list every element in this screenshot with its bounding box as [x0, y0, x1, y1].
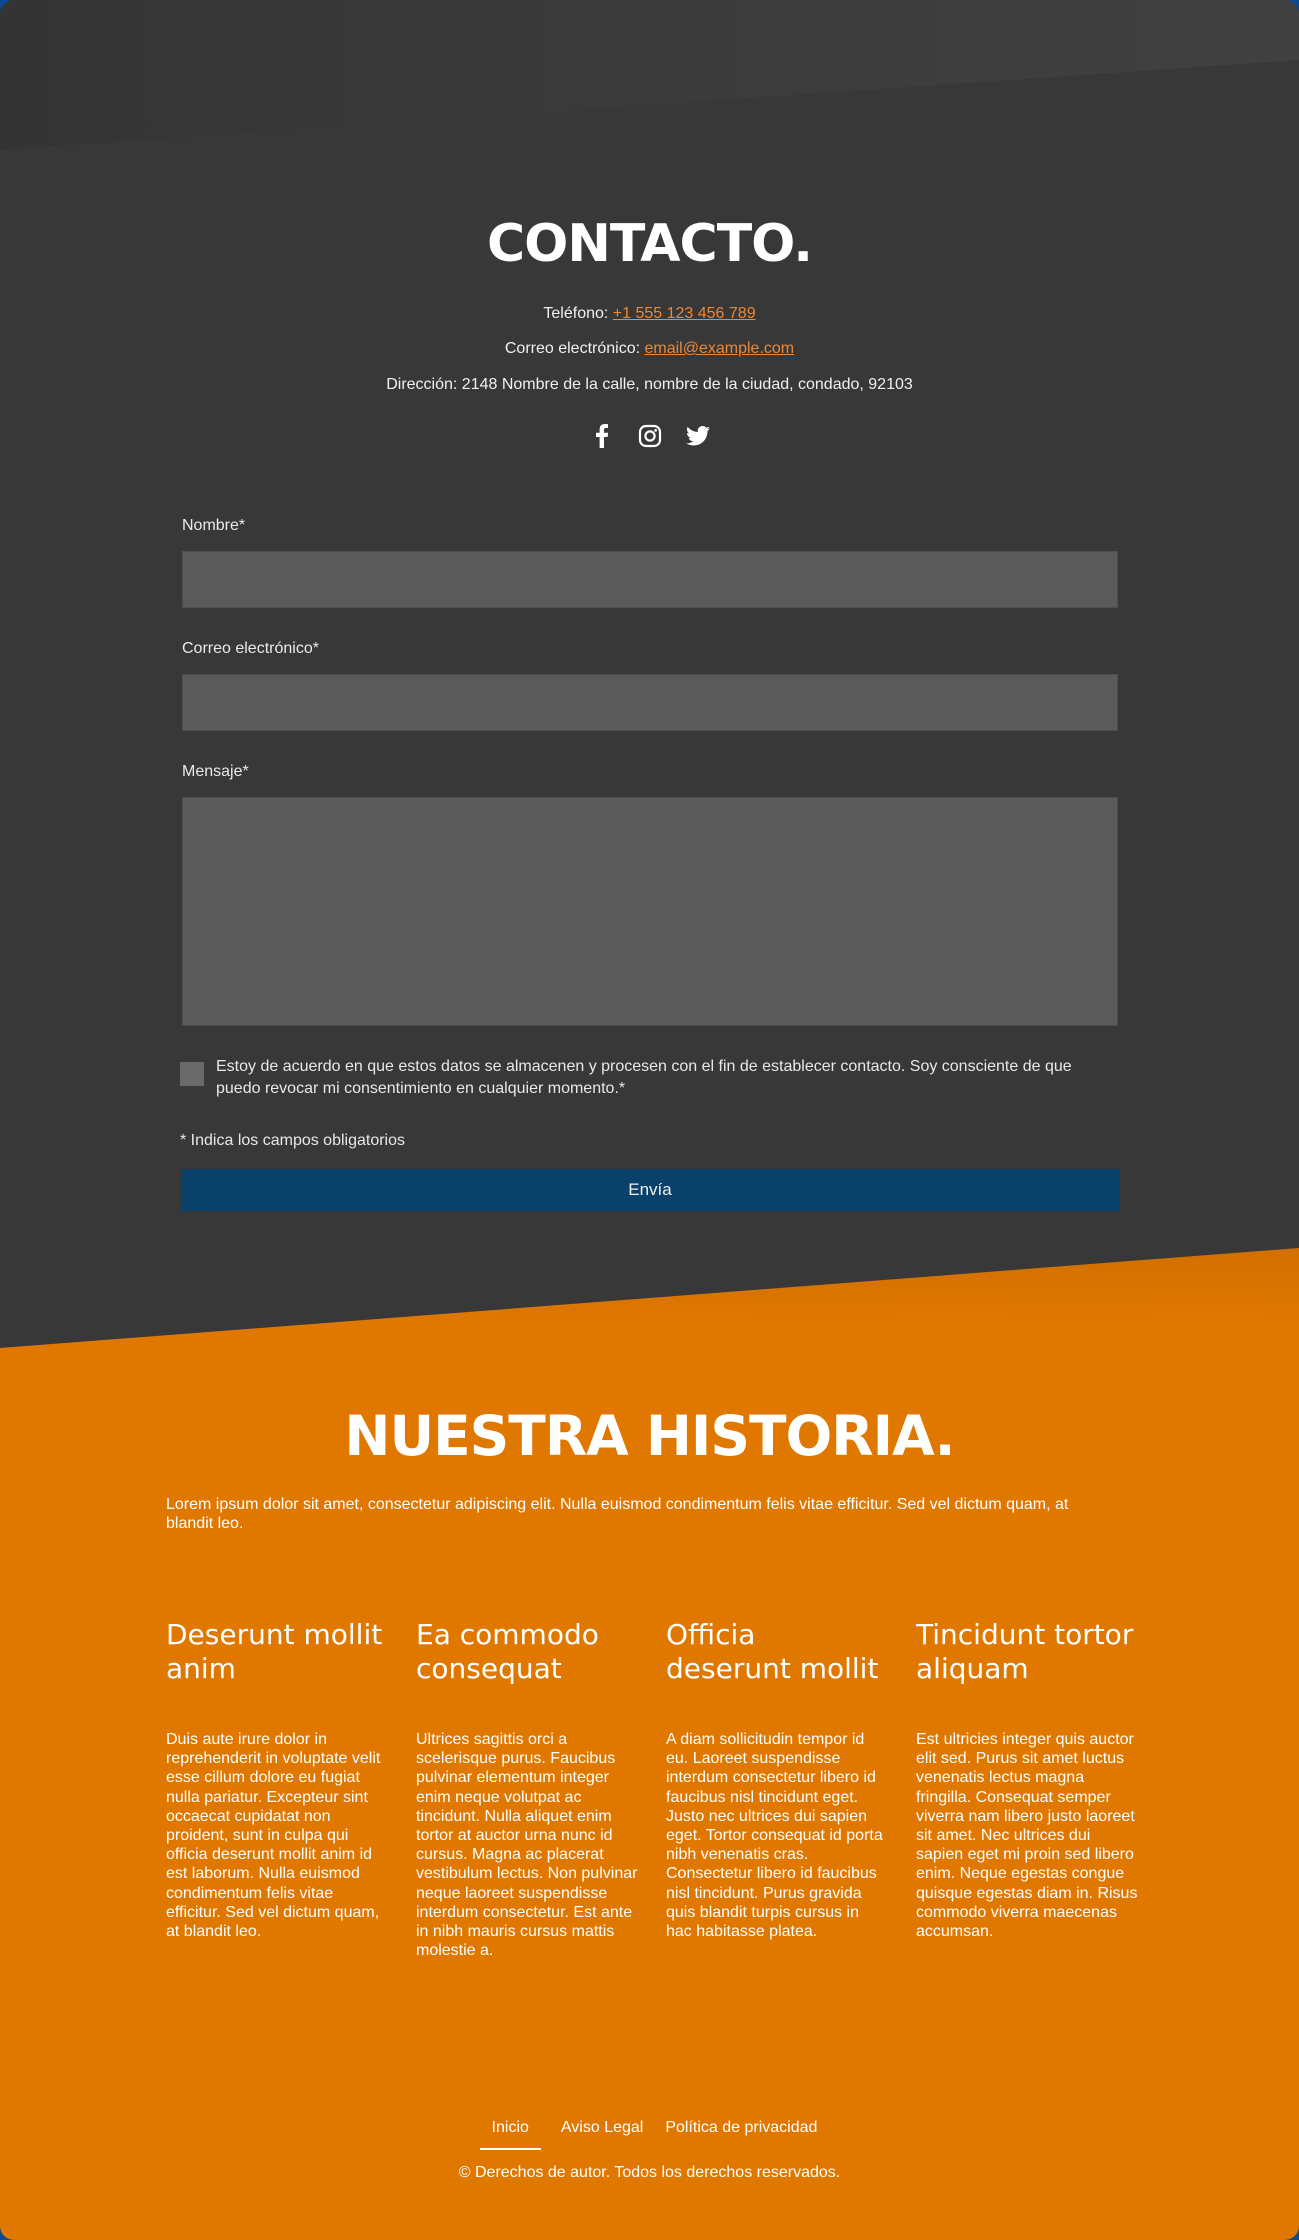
column-heading: Tincidunt tortor aliquam	[916, 1618, 1134, 1685]
footer-link-privacidad[interactable]: Política de privacidad	[663, 2114, 819, 2142]
footer-link-inicio[interactable]: Inicio	[479, 2114, 542, 2150]
page: CONTACTO. Teléfono: +1 555 123 456 789 C…	[0, 0, 1299, 2240]
name-label: Nombre*	[182, 517, 246, 534]
phone-line: Teléfono: +1 555 123 456 789	[0, 304, 1299, 324]
instagram-icon[interactable]	[638, 420, 662, 452]
twitter-icon[interactable]	[685, 420, 710, 452]
history-column: Officia deserunt mollit A diam sollicitu…	[666, 1618, 888, 1940]
required-fields-note: * Indica los campos obligatorios	[180, 1132, 406, 1149]
email-label: Correo electrónico:	[504, 340, 645, 357]
consent-checkbox[interactable]	[180, 1062, 204, 1086]
contact-title: CONTACTO.	[486, 214, 813, 274]
email-field[interactable]	[182, 674, 1118, 731]
history-title: NUESTRA HISTORIA.	[344, 1404, 955, 1468]
submit-button[interactable]: Envía	[181, 1169, 1119, 1211]
history-column: Ea commodo consequat Ultrices sagittis o…	[416, 1618, 638, 1959]
column-text: A diam sollicitudin tempor id eu. Laoree…	[666, 1731, 883, 1941]
consent-text: Estoy de acuerdo en que estos datos se a…	[216, 1058, 1072, 1097]
column-text: Est ultricies integer quis auctor elit s…	[916, 1731, 1138, 1941]
phone-label: Teléfono:	[543, 305, 613, 322]
column-heading: Deserunt mollit anim	[166, 1618, 383, 1685]
history-intro: Lorem ipsum dolor sit amet, consectetur …	[166, 1496, 1069, 1532]
name-input[interactable]	[182, 551, 1118, 608]
facebook-icon[interactable]	[590, 420, 614, 452]
message-label: Mensaje*	[182, 763, 249, 780]
email-line: Correo electrónico: email@example.com	[0, 339, 1299, 359]
column-text: Ultrices sagittis orci a scelerisque pur…	[416, 1731, 638, 1960]
email-field-label: Correo electrónico*	[182, 640, 319, 657]
column-heading: Ea commodo consequat	[416, 1618, 599, 1685]
footer-link-aviso-legal[interactable]: Aviso Legal	[559, 2114, 645, 2142]
history-column: Tincidunt tortor aliquam Est ultricies i…	[916, 1618, 1138, 1940]
phone-link[interactable]: +1 555 123 456 789	[613, 305, 756, 322]
footer-nav: Inicio Aviso Legal Política de privacida…	[0, 2114, 1299, 2150]
message-textarea[interactable]	[182, 797, 1118, 1026]
social-links	[0, 420, 1299, 452]
address-line: Dirección: 2148 Nombre de la calle, nomb…	[386, 376, 913, 393]
email-link[interactable]: email@example.com	[645, 340, 795, 357]
consent-row: Estoy de acuerdo en que estos datos se a…	[180, 1056, 1120, 1100]
history-column: Deserunt mollit anim Duis aute irure dol…	[166, 1618, 388, 1940]
copyright: © Derechos de autor. Todos los derechos …	[458, 2164, 841, 2181]
column-text: Duis aute irure dolor in reprehenderit i…	[166, 1731, 381, 1941]
column-heading: Officia deserunt mollit	[666, 1618, 879, 1685]
